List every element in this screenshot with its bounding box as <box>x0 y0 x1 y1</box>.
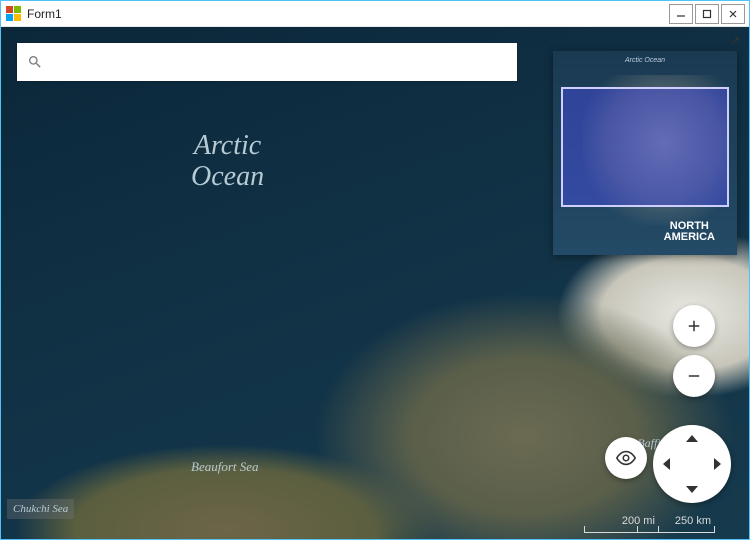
search-icon <box>27 54 43 70</box>
map-label-arctic-ocean: ArcticOcean <box>191 131 264 193</box>
minimap-viewport[interactable] <box>561 87 729 207</box>
plus-icon <box>685 317 703 335</box>
pan-right-button[interactable] <box>714 458 721 470</box>
pan-control <box>653 425 731 503</box>
scale-km: 250 km <box>675 515 711 535</box>
map-label-beaufort-sea: Beaufort Sea <box>191 459 259 475</box>
search-box <box>17 43 517 81</box>
app-icon <box>5 6 21 22</box>
minus-icon <box>685 367 703 385</box>
pan-left-button[interactable] <box>663 458 670 470</box>
app-window: Form1 ↗ Arctic Ocean NORTHAMERICA <box>0 0 750 540</box>
search-input[interactable] <box>51 54 507 70</box>
zoom-in-button[interactable] <box>673 305 715 347</box>
minimap[interactable]: Arctic Ocean NORTHAMERICA <box>553 51 737 255</box>
minimize-button[interactable] <box>669 4 693 24</box>
pan-up-button[interactable] <box>686 435 698 442</box>
window-buttons <box>667 4 745 24</box>
pan-down-button[interactable] <box>686 486 698 493</box>
detach-icon[interactable]: ↗ <box>727 33 743 49</box>
close-button[interactable] <box>721 4 745 24</box>
map-label-chukchi-sea: Chukchi Sea <box>7 499 74 519</box>
title-bar: Form1 <box>1 1 749 27</box>
minimap-north-america-label: NORTHAMERICA <box>664 221 715 243</box>
eye-icon <box>615 447 637 469</box>
maximize-button[interactable] <box>695 4 719 24</box>
minimap-arctic-label: Arctic Ocean <box>553 57 737 64</box>
scale-bar: 200 mi 250 km <box>622 509 711 535</box>
view-mode-button[interactable] <box>605 437 647 479</box>
map-canvas[interactable]: ↗ Arctic Ocean NORTHAMERICA ArcticOcean … <box>1 27 749 539</box>
zoom-out-button[interactable] <box>673 355 715 397</box>
window-title: Form1 <box>27 7 667 21</box>
